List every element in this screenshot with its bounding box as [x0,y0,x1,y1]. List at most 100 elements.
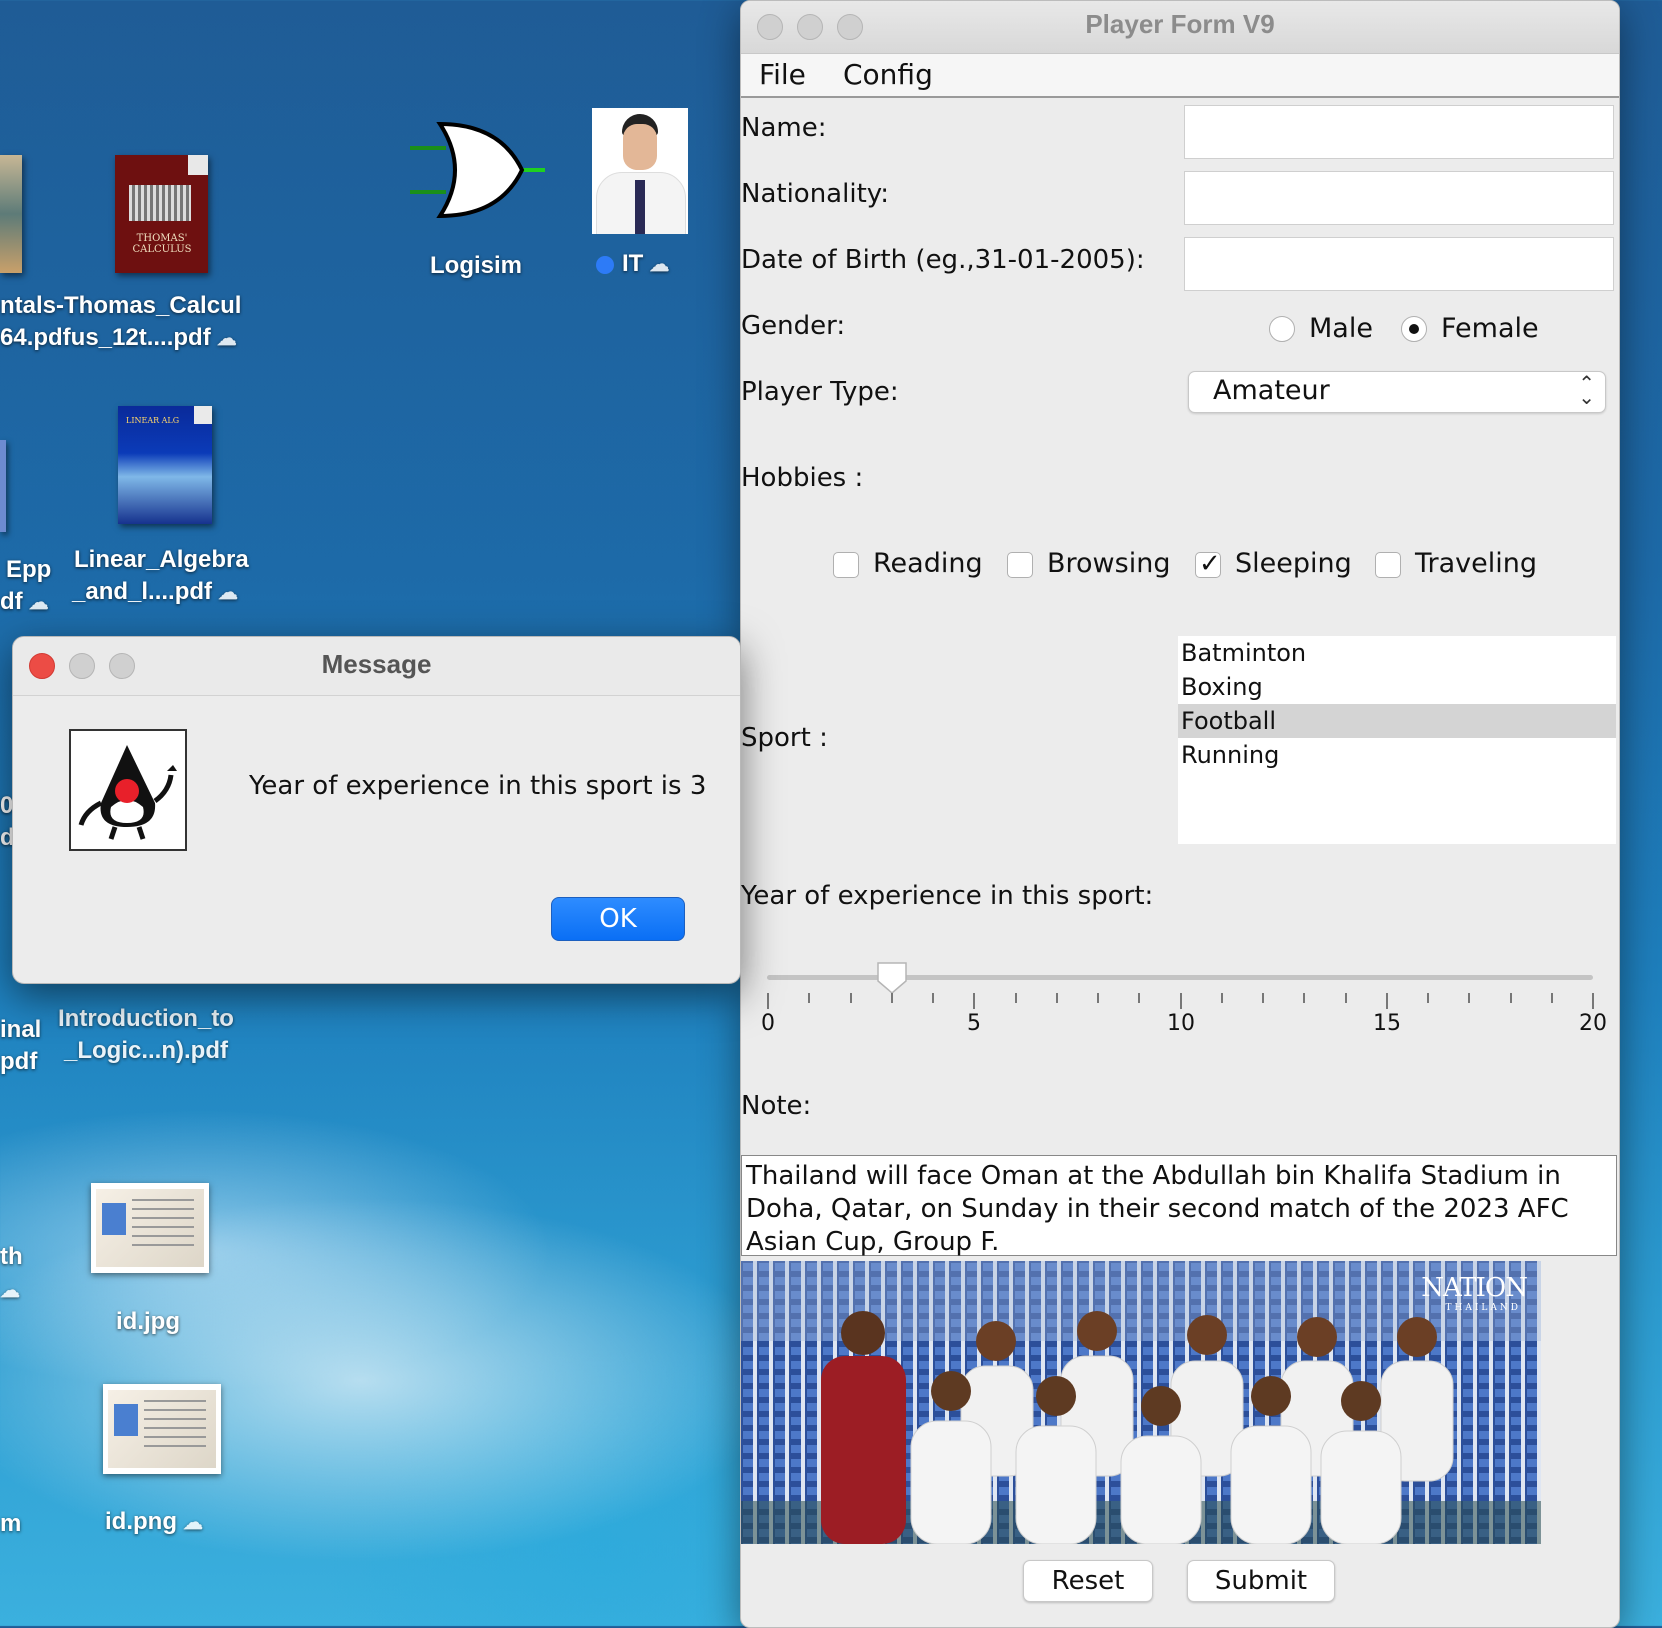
note-label: Note: [741,1091,812,1121]
duke-mascot-drawing [78,745,177,840]
note-textarea[interactable]: Thailand will face Oman at the Abdullah … [741,1155,1617,1257]
final-label-2[interactable]: pdf [0,1048,37,1076]
partial-label-m[interactable]: m [0,1510,21,1538]
calculus-pdf-icon[interactable]: THOMAS' CALCULUS [115,155,208,273]
slider-tick [1097,993,1099,1003]
slider-tick [1468,993,1471,1003]
slider-label-5: 5 [967,1011,981,1036]
hobby-browsing-label[interactable]: Browsing [1047,548,1170,579]
partial-label-th[interactable]: th [0,1243,23,1271]
it-photo-tie [635,180,645,234]
desktop-icon-label-calculus-2[interactable]: 64.pdfus_12t....pdf ☁ [0,324,237,352]
slider-tick [932,993,934,1003]
slider-label-10: 10 [1167,1011,1195,1036]
dob-label: Date of Birth (eg.,31-01-2005): [741,245,1145,275]
icloud-icon: ☁ [182,1512,203,1534]
dob-field[interactable] [1184,237,1614,291]
slider-tick [1138,993,1141,1003]
id-jpg-thumbnail[interactable] [91,1183,209,1273]
slider-tick [1550,993,1553,1003]
logisim-icon[interactable] [410,120,545,220]
nationality-field[interactable] [1184,171,1614,225]
hobby-reading-label[interactable]: Reading [873,548,983,579]
linear-algebra-book-title: LINEAR ALG [126,416,180,425]
ok-button[interactable]: OK [551,897,685,941]
hobby-sleeping-checkbox[interactable]: ✓ [1195,549,1221,579]
id-jpg-label[interactable]: id.jpg [116,1308,180,1336]
hobby-sleeping-label[interactable]: Sleeping [1235,548,1352,579]
sport-list[interactable]: Batminton Boxing Football Running [1178,636,1616,844]
name-label: Name: [741,113,827,143]
it-label-text: IT [622,250,644,277]
calculus-book-cover-art [129,185,191,221]
dialog-title: Message [321,649,432,679]
submit-button[interactable]: Submit [1187,1560,1335,1602]
hobby-traveling-checkbox[interactable] [1375,552,1401,578]
slider-tick [1592,993,1594,1009]
dialog-titlebar[interactable]: Message [13,637,740,696]
photo-watermark-sub: THAILAND [1445,1303,1521,1313]
slider-tick [808,993,811,1003]
sport-item-running[interactable]: Running [1178,738,1616,772]
sport-item-boxing[interactable]: Boxing [1178,670,1616,704]
logisim-label[interactable]: Logisim [430,252,522,280]
final-label-1[interactable]: inal [0,1016,41,1044]
team-photo: NATION THAILAND [741,1261,1541,1544]
id-card-lines [144,1400,206,1450]
pdf-thumbnail-partial-2[interactable] [0,440,6,532]
slider-tick [1385,993,1388,1009]
dialog-message: Year of experience in this sport is 3 [249,771,707,801]
form-body: Name: Nationality: Date of Birth (eg.,31… [741,1,1619,1627]
sport-item-football[interactable]: Football [1178,704,1616,738]
hobby-traveling-label[interactable]: Traveling [1415,548,1537,579]
checkmark-icon: ✓ [1199,549,1221,579]
id-png-thumbnail[interactable] [103,1384,221,1474]
hobbies-label: Hobbies : [741,463,864,493]
hobby-reading-checkbox[interactable] [833,552,859,578]
slider-tick [1220,993,1223,1003]
gender-male-label[interactable]: Male [1309,313,1373,344]
id-png-label[interactable]: id.png ☁ [105,1508,203,1536]
linear-algebra-label-1[interactable]: Linear_Algebra [74,546,249,574]
gender-label: Gender: [741,311,846,341]
icloud-icon: ☁ [649,254,670,276]
desktop-icon-label-calculus-2-text: 64.pdfus_12t....pdf [0,324,211,351]
slider-tick [1303,993,1306,1003]
gender-female-label[interactable]: Female [1441,313,1539,344]
id-card-photo [114,1404,138,1436]
nationality-label: Nationality: [741,179,890,209]
slider-tick [1014,993,1017,1003]
calculus-book-fold [188,155,208,175]
java-duke-icon [69,729,187,851]
slider-tick [1427,993,1429,1003]
reset-button[interactable]: Reset [1023,1560,1153,1602]
slider-tick [1262,993,1264,1003]
intro-logic-label-2[interactable]: _Logic...n).pdf [64,1037,228,1065]
it-label[interactable]: IT ☁ [596,250,669,278]
player-type-select[interactable]: Amateur ⌃ ⌄ [1188,371,1606,413]
pdf-thumbnail-partial[interactable] [0,155,22,273]
experience-slider-thumb[interactable] [876,961,908,995]
linear-algebra-label-2[interactable]: _and_l....pdf ☁ [72,578,238,606]
linear-algebra-pdf-icon[interactable]: LINEAR ALG [118,406,212,524]
name-field[interactable] [1184,105,1614,159]
slider-tick [1055,993,1058,1003]
desktop-icon-label-calculus-1[interactable]: ntals-Thomas_Calcul [0,292,241,320]
it-photo-icon[interactable] [592,108,688,234]
calculus-book-title: THOMAS' CALCULUS [132,233,192,255]
slider-tick [767,993,769,1009]
hobby-browsing-checkbox[interactable] [1007,552,1033,578]
chevron-updown-icon: ⌃ ⌄ [1578,371,1595,409]
gender-female-radio[interactable] [1401,316,1427,342]
slider-label-20: 20 [1579,1011,1607,1036]
id-png-label-text: id.png [105,1508,177,1535]
icloud-icon: ☁ [218,582,239,604]
epp-label-2[interactable]: df ☁ [0,588,49,616]
partial-label-th-cloud: ☁ [0,1276,20,1304]
slider-label-0: 0 [761,1011,775,1036]
intro-logic-label-1[interactable]: Introduction_to [58,1005,234,1033]
sport-item-batminton[interactable]: Batminton [1178,636,1616,670]
epp-label-1[interactable]: Epp [6,556,51,584]
gender-male-radio[interactable] [1269,316,1295,342]
it-photo-face [623,124,657,170]
